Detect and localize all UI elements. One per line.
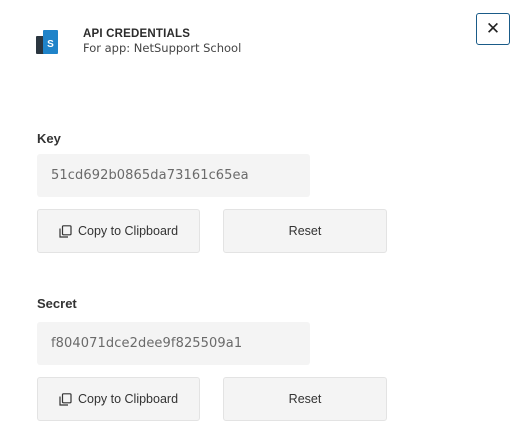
close-icon: ✕ (485, 18, 501, 39)
close-button[interactable]: ✕ (476, 13, 510, 45)
dialog-title: API CREDENTIALS (83, 28, 191, 40)
secret-label: Secret (37, 296, 77, 311)
key-copy-button[interactable]: Copy to Clipboard (37, 209, 200, 253)
key-label: Key (37, 131, 61, 146)
secret-reset-button[interactable]: Reset (223, 377, 387, 421)
key-copy-label: Copy to Clipboard (77, 224, 179, 238)
key-reset-label: Reset (288, 224, 322, 238)
copy-icon (59, 224, 72, 238)
key-value: 51cd692b0865da73161c65ea (51, 168, 249, 183)
dialog-subtitle: For app: NetSupport School (83, 41, 242, 55)
app-logo: S (36, 30, 58, 54)
secret-value: f804071dce2dee9f825509a1 (51, 336, 243, 351)
key-value-field[interactable]: 51cd692b0865da73161c65ea (37, 154, 310, 197)
secret-reset-label: Reset (288, 392, 322, 406)
app-logo-front: S (43, 30, 58, 54)
secret-copy-button[interactable]: Copy to Clipboard (37, 377, 200, 421)
secret-value-field[interactable]: f804071dce2dee9f825509a1 (37, 322, 310, 365)
secret-copy-label: Copy to Clipboard (77, 392, 179, 406)
key-section: Key 51cd692b0865da73161c65ea Copy to Cli… (37, 131, 387, 253)
dialog-header: S API CREDENTIALS For app: NetSupport Sc… (36, 28, 241, 55)
app-logo-letter: S (47, 39, 54, 50)
copy-icon (59, 392, 72, 406)
key-reset-button[interactable]: Reset (223, 209, 387, 253)
header-text: API CREDENTIALS For app: NetSupport Scho… (83, 28, 241, 55)
secret-section: Secret f804071dce2dee9f825509a1 Copy to … (37, 296, 387, 421)
